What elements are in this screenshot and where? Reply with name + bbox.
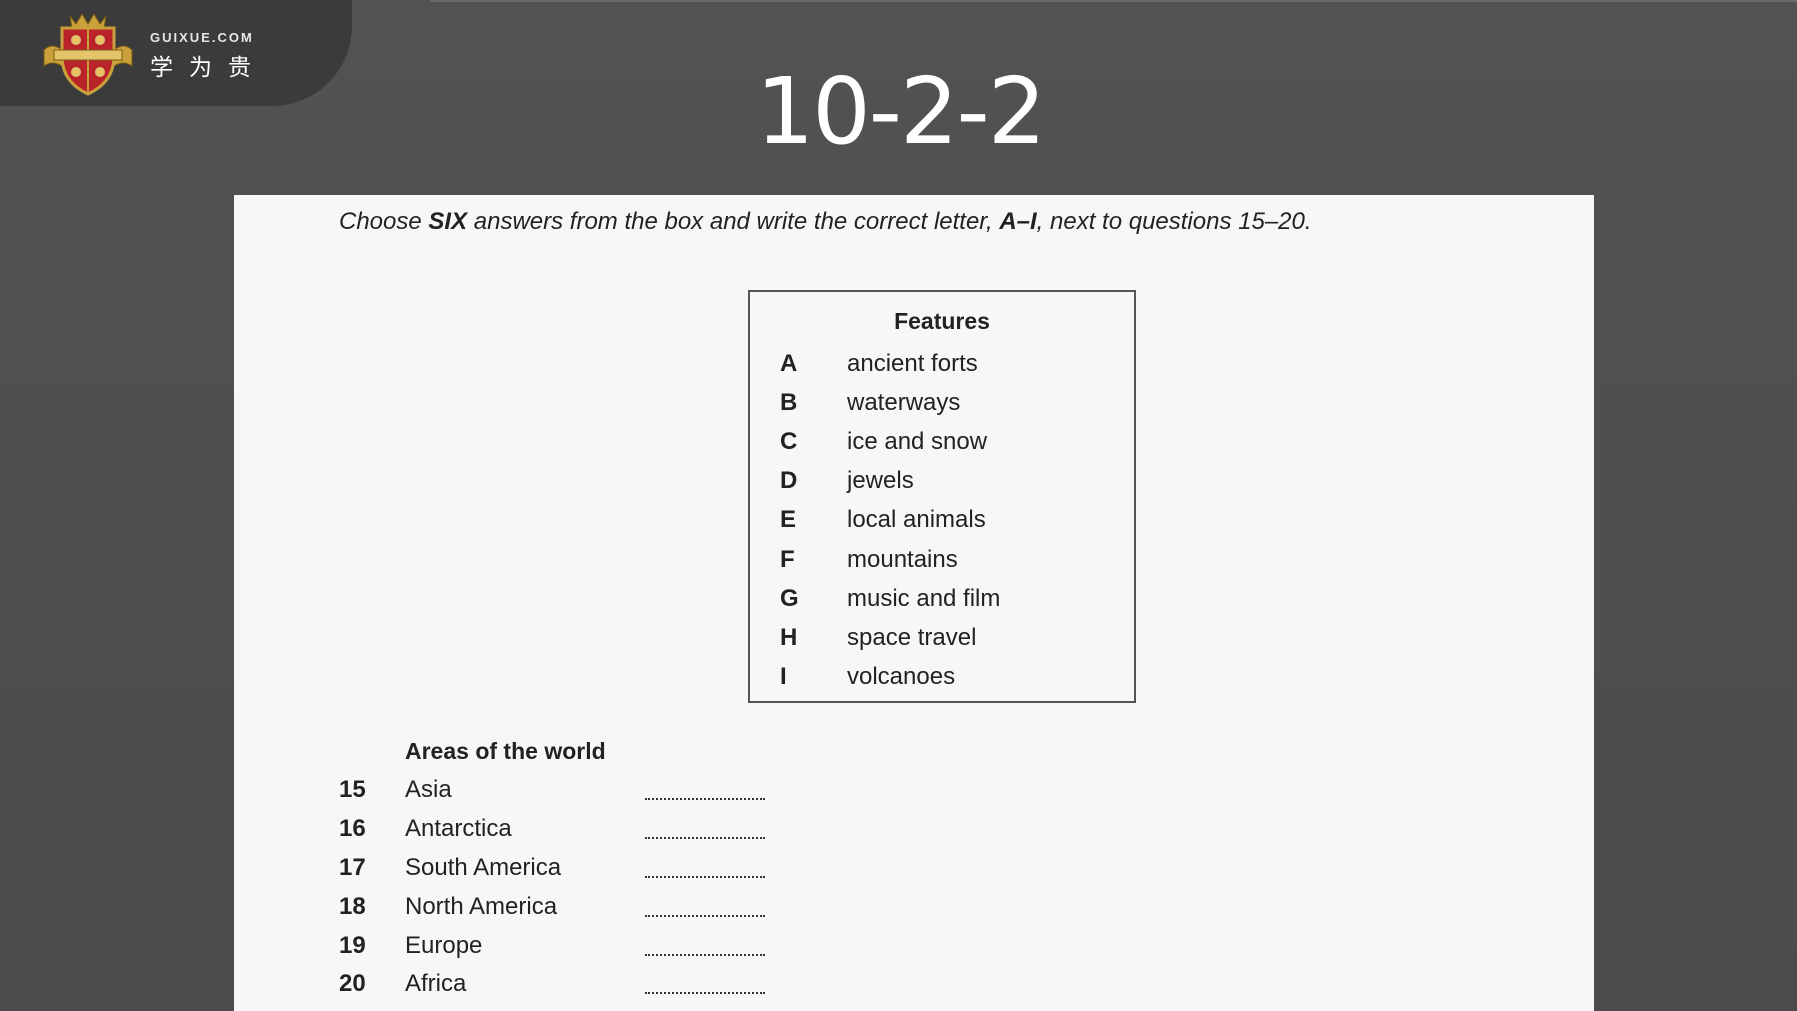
feature-item: H space travel <box>780 618 1000 657</box>
features-heading: Features <box>894 308 990 334</box>
answer-blank[interactable] <box>645 823 765 840</box>
top-divider <box>430 0 1797 2</box>
area-name: Europe <box>405 931 483 959</box>
answer-blank[interactable] <box>645 862 765 878</box>
question-row: 16 Antarctica <box>339 810 765 849</box>
area-name: North America <box>405 892 558 920</box>
areas-list: 15 Asia 16 Antarctica 17 South America 1… <box>339 771 765 1004</box>
question-row: 19 Europe <box>339 926 765 965</box>
logo-brand: GUIXUE.COM <box>150 30 254 45</box>
question-row: 18 North America <box>339 887 765 926</box>
feature-item: D jewels <box>780 462 1000 501</box>
instructions-text-1: Choose <box>339 208 429 235</box>
feature-letter: B <box>780 388 798 416</box>
question-number: 16 <box>339 815 366 843</box>
question-row: 20 Africa <box>339 965 765 1004</box>
area-name: Africa <box>405 970 467 998</box>
feature-letter: C <box>780 427 798 455</box>
answer-blank[interactable] <box>645 940 765 956</box>
slide-background: GUIXUE.COM 学为贵 10-2-2 Choose SIX answers… <box>0 0 1797 1011</box>
slide-title: 10-2-2 <box>755 58 1047 165</box>
instructions-text-2: answers from the box and write the corre… <box>467 208 1000 235</box>
question-row: 17 South America <box>339 849 765 888</box>
instructions: Choose SIX answers from the box and writ… <box>339 209 1499 235</box>
instructions-emphasis-range: A–I <box>999 208 1037 235</box>
question-number: 18 <box>339 892 366 920</box>
feature-letter: G <box>780 584 799 612</box>
area-name: Antarctica <box>405 815 512 843</box>
feature-item: I volcanoes <box>780 658 1000 697</box>
feature-text: space travel <box>847 623 977 651</box>
feature-item: G music and film <box>780 579 1000 618</box>
areas-heading: Areas of the world <box>405 738 606 764</box>
question-number: 20 <box>339 970 366 998</box>
feature-item: C ice and snow <box>780 422 1000 461</box>
instructions-emphasis-six: SIX <box>428 208 468 235</box>
feature-text: ice and snow <box>847 427 988 455</box>
feature-letter: I <box>780 663 787 691</box>
feature-item: B waterways <box>780 383 1000 422</box>
feature-letter: E <box>780 506 797 534</box>
question-number: 15 <box>339 776 366 804</box>
answer-blank[interactable] <box>645 784 765 801</box>
feature-item: E local animals <box>780 501 1000 540</box>
feature-text: ancient forts <box>847 349 978 377</box>
answer-blank[interactable] <box>645 978 765 995</box>
feature-text: jewels <box>847 467 914 495</box>
area-name: South America <box>405 853 562 881</box>
question-row: 15 Asia <box>339 771 765 810</box>
feature-text: waterways <box>847 388 961 416</box>
document-scan: Choose SIX answers from the box and writ… <box>234 195 1594 1011</box>
feature-text: mountains <box>847 545 958 573</box>
feature-letter: D <box>780 467 798 495</box>
features-list: A ancient forts B waterways C ice and sn… <box>780 344 1000 697</box>
feature-letter: A <box>780 349 798 377</box>
feature-item: F mountains <box>780 540 1000 579</box>
features-box: Features A ancient forts B waterways C i… <box>748 290 1136 703</box>
answer-blank[interactable] <box>645 901 765 917</box>
feature-text: volcanoes <box>847 663 956 691</box>
feature-text: local animals <box>847 506 986 534</box>
feature-text: music and film <box>847 584 1001 612</box>
area-name: Asia <box>405 776 452 804</box>
feature-letter: F <box>780 545 795 573</box>
question-number: 19 <box>339 931 366 959</box>
instructions-text-3: , next to questions 15–20. <box>1036 208 1312 235</box>
feature-item: A ancient forts <box>780 344 1000 383</box>
feature-letter: H <box>780 623 798 651</box>
question-number: 17 <box>339 853 366 881</box>
